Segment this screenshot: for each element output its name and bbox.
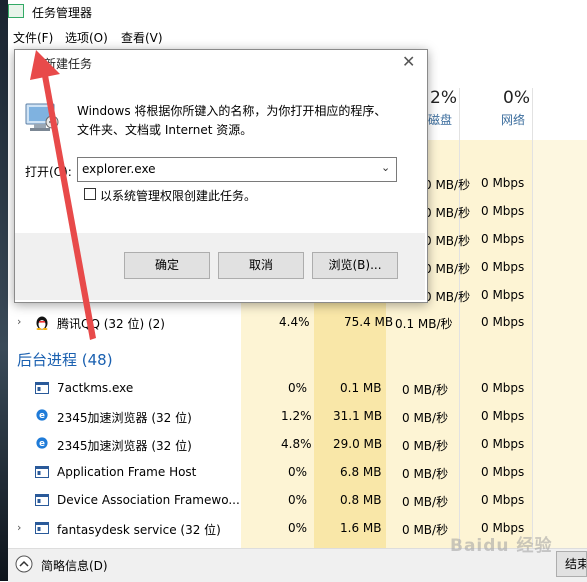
process-name: fantasydesk service (32 位)	[57, 523, 221, 537]
memory-cell: 0.8 MB	[340, 493, 382, 507]
menu-view[interactable]: 查看(V)	[121, 29, 163, 46]
svg-text:e: e	[39, 411, 45, 421]
window-title: 任务管理器	[32, 6, 93, 20]
dialog-description-line1: Windows 将根据你所键入的名称，为你打开相应的程序、	[77, 104, 387, 118]
desktop-background-edge	[0, 0, 8, 581]
background-processes-header[interactable]: 后台进程 (48)	[17, 349, 113, 370]
disk-cell: 0 MB/秒	[402, 411, 449, 425]
cpu-cell: 0%	[288, 521, 308, 535]
process-name: 7actkms.exe	[57, 381, 134, 395]
menu-options[interactable]: 选项(O)	[65, 29, 108, 46]
process-name: Device Association Framewo...	[57, 493, 240, 507]
network-cell: 0 Mbps	[481, 315, 525, 329]
memory-cell: 29.0 MB	[333, 437, 383, 451]
network-cell: 0 Mbps	[481, 437, 525, 451]
memory-cell: 0.1 MB	[340, 381, 382, 395]
disk-cell: 0.1 MB/秒	[395, 317, 453, 331]
disk-cell: 0 MB/秒	[402, 495, 449, 509]
menu-file[interactable]: 文件(F)	[13, 29, 53, 46]
watermark-text: Baidu 经验	[450, 536, 553, 556]
admin-checkbox-label: 以系统管理权限创建此任务。	[100, 189, 257, 203]
disk-cell: 0 MB/秒	[424, 262, 471, 276]
network-cell: 0 Mbps	[481, 232, 525, 246]
network-cell: 0 Mbps	[481, 381, 525, 395]
title-bar	[8, 0, 587, 26]
network-percent[interactable]: 0%	[503, 88, 530, 108]
penguin-icon	[36, 316, 48, 330]
chevron-down-icon[interactable]: ⌄	[381, 161, 390, 174]
cpu-cell: 0%	[288, 465, 308, 479]
browser-e-icon: e	[36, 437, 48, 449]
network-cell: 0 Mbps	[481, 465, 525, 479]
cpu-cell: 0%	[288, 493, 308, 507]
task-manager-app-icon	[8, 4, 24, 18]
network-cell: 0 Mbps	[481, 176, 525, 190]
disk-cell: 0 MB/秒	[424, 234, 471, 248]
memory-cell: 31.1 MB	[333, 409, 383, 423]
disk-cell: 0 MB/秒	[424, 290, 471, 304]
dialog-title: 新建任务	[44, 57, 93, 71]
app-window-icon	[35, 466, 49, 478]
fewer-details-link[interactable]: 简略信息(D)	[41, 557, 108, 574]
process-name: 腾讯QQ (32 位) (2)	[57, 317, 165, 331]
disk-cell: 0 MB/秒	[424, 178, 471, 192]
disk-cell: 0 MB/秒	[402, 467, 449, 481]
process-name: 2345加速浏览器 (32 位)	[57, 439, 192, 453]
cpu-cell: 4.8%	[281, 437, 312, 451]
memory-cell: 75.4 MB	[344, 315, 394, 329]
network-cell: 0 Mbps	[481, 409, 525, 423]
run-program-icon	[25, 103, 59, 131]
expand-chevron-icon[interactable]: ›	[17, 315, 21, 328]
svg-text:e: e	[39, 439, 45, 449]
disk-percent[interactable]: 2%	[430, 88, 457, 108]
disk-column-header[interactable]: 磁盘	[428, 111, 452, 128]
disk-cell: 0 MB/秒	[402, 383, 449, 397]
network-cell: 0 Mbps	[481, 493, 525, 507]
open-label: 打开(O):	[25, 165, 72, 179]
disk-cell: 0 MB/秒	[402, 523, 449, 537]
ok-button[interactable]: 确定	[124, 252, 210, 279]
process-name: Application Frame Host	[57, 465, 197, 479]
browse-button[interactable]: 浏览(B)...	[312, 252, 398, 279]
cancel-button[interactable]: 取消	[218, 252, 304, 279]
browser-e-icon: e	[36, 409, 48, 421]
network-cell: 0 Mbps	[481, 288, 525, 302]
network-column-header[interactable]: 网络	[501, 111, 525, 128]
network-cell: 0 Mbps	[481, 204, 525, 218]
process-name: 2345加速浏览器 (32 位)	[57, 411, 192, 425]
app-window-icon	[35, 382, 49, 394]
end-task-button[interactable]: 结束	[556, 551, 587, 577]
disk-cell: 0 MB/秒	[402, 439, 449, 453]
open-input-value[interactable]: explorer.exe	[82, 162, 156, 176]
admin-checkbox[interactable]	[84, 188, 96, 200]
memory-cell: 6.8 MB	[340, 465, 382, 479]
collapse-up-icon[interactable]	[15, 555, 33, 573]
cpu-cell: 1.2%	[281, 409, 312, 423]
app-window-icon	[35, 494, 49, 506]
dialog-description-line2: 文件夹、文档或 Internet 资源。	[77, 123, 253, 137]
disk-cell: 0 MB/秒	[424, 206, 471, 220]
cpu-cell: 4.4%	[279, 315, 310, 329]
cpu-cell: 0%	[288, 381, 308, 395]
expand-chevron-icon[interactable]: ›	[17, 521, 21, 534]
memory-cell: 1.6 MB	[340, 521, 382, 535]
network-cell: 0 Mbps	[481, 260, 525, 274]
app-window-icon	[35, 522, 49, 534]
dialog-close-icon[interactable]: ✕	[402, 52, 415, 71]
